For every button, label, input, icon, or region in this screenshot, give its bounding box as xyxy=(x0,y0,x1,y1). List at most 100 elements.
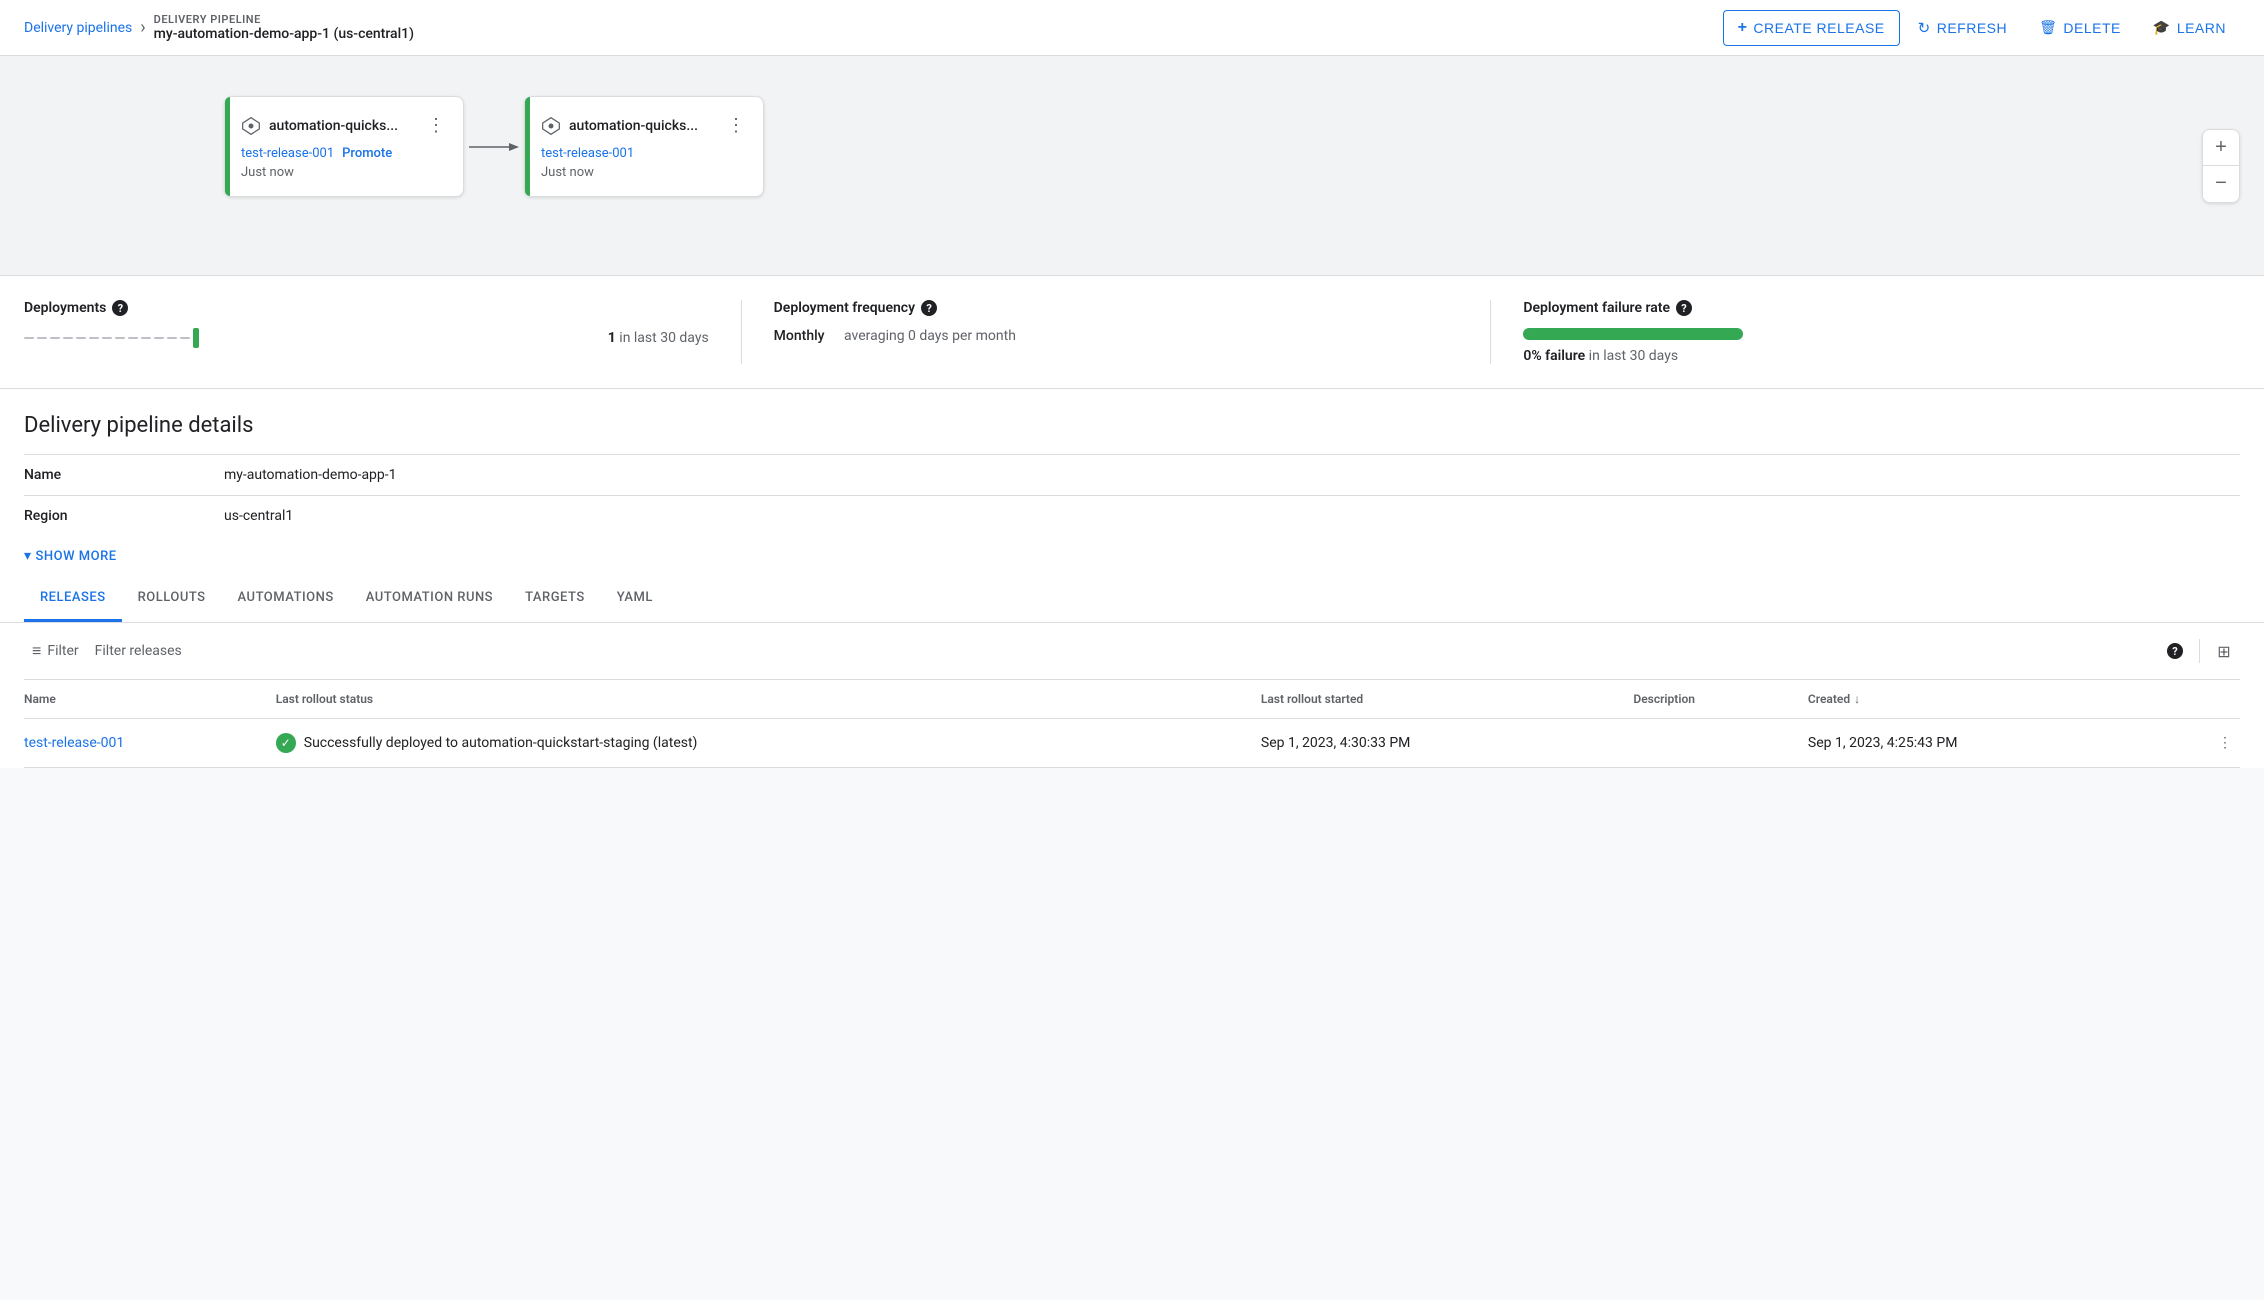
table-row: test-release-001 ✓ Successfully deployed t… xyxy=(24,719,2240,768)
details-row: Namemy-automation-demo-app-1 xyxy=(24,455,2240,496)
filter-actions: ? ⊞ xyxy=(2159,635,2240,667)
detail-label: Region xyxy=(24,496,224,537)
frequency-help-icon[interactable]: ? xyxy=(921,300,937,316)
node-1-title: automation-quicks... xyxy=(241,116,398,136)
node-2-menu-button[interactable]: ⋮ xyxy=(725,113,747,138)
release-name-link[interactable]: test-release-001 xyxy=(24,735,124,751)
release-status-cell: ✓ Successfully deployed to automation-qui… xyxy=(268,719,1253,768)
deployment-dashes xyxy=(24,328,199,348)
deployments-help-icon[interactable]: ? xyxy=(112,300,128,316)
node-1-release-name[interactable]: test-release-001 xyxy=(241,146,334,161)
status-text: Successfully deployed to automation-quic… xyxy=(304,735,698,751)
node-1-name: automation-quicks... xyxy=(269,118,398,134)
tab-releases[interactable]: RELEASES xyxy=(24,576,122,622)
columns-icon: ⊞ xyxy=(2217,642,2230,661)
pipeline-arrow xyxy=(464,139,524,155)
node-2-icon xyxy=(541,116,561,136)
tabs-section: RELEASESROLLOUTSAUTOMATIONSAUTOMATION RU… xyxy=(0,576,2264,623)
col-header-name: Name xyxy=(24,680,268,719)
zoom-out-button[interactable]: − xyxy=(2203,166,2239,202)
help-icon-button[interactable]: ? xyxy=(2159,635,2191,667)
node-2-name: automation-quicks... xyxy=(569,118,698,134)
breadcrumb-current: DELIVERY PIPELINE my-automation-demo-app… xyxy=(154,13,414,42)
frequency-label: Deployment frequency ? xyxy=(774,300,1459,316)
create-release-button[interactable]: + CREATE RELEASE xyxy=(1723,10,1900,46)
node-2-title: automation-quicks... xyxy=(541,116,698,136)
dash-2 xyxy=(37,337,47,339)
detail-value: us-central1 xyxy=(224,496,2240,537)
node-2-header: automation-quicks... ⋮ xyxy=(541,113,747,138)
refresh-button[interactable]: ↻ REFRESH xyxy=(1904,11,2021,45)
plus-icon: + xyxy=(1738,19,1748,37)
show-more-button[interactable]: ▾ SHOW MORE xyxy=(24,536,2240,576)
deployment-green-bar xyxy=(193,328,199,348)
table-head: NameLast rollout statusLast rollout star… xyxy=(24,680,2240,719)
filter-icon: ≡ xyxy=(32,641,41,661)
pipeline-node-2: automation-quicks... ⋮ test-release-001 … xyxy=(524,96,764,197)
deployments-label: Deployments ? xyxy=(24,300,709,316)
pipeline-name: my-automation-demo-app-1 (us-central1) xyxy=(154,26,414,42)
dash-8 xyxy=(115,337,125,339)
tab-targets[interactable]: TARGETS xyxy=(509,576,601,622)
dash-13 xyxy=(180,337,190,339)
metrics-section: Deployments ? xyxy=(0,276,2264,389)
col-header-created[interactable]: Created↓ xyxy=(1800,680,2173,719)
col-header-description: Description xyxy=(1625,680,1800,719)
releases-table: NameLast rollout statusLast rollout star… xyxy=(24,680,2240,768)
release-name-cell: test-release-001 xyxy=(24,719,268,768)
tab-yaml[interactable]: YAML xyxy=(601,576,669,622)
help-icon: ? xyxy=(2167,643,2183,659)
dash-3 xyxy=(50,337,60,339)
failure-rate-help-icon[interactable]: ? xyxy=(1676,300,1692,316)
zoom-in-button[interactable]: + xyxy=(2203,130,2239,166)
node-1-promote-button[interactable]: Promote xyxy=(342,146,392,161)
col-header-status: Last rollout status xyxy=(268,680,1253,719)
refresh-icon: ↻ xyxy=(1918,19,1931,37)
frequency-metric: Deployment frequency ? Monthly averaging… xyxy=(774,300,1492,364)
node-1-menu-button[interactable]: ⋮ xyxy=(425,113,447,138)
filter-input-placeholder[interactable]: Filter releases xyxy=(95,643,2151,659)
col-header-started: Last rollout started xyxy=(1253,680,1626,719)
delete-button[interactable]: 🗑 DELETE xyxy=(2025,11,2135,44)
pipeline-nodes: automation-quicks... ⋮ test-release-001 … xyxy=(224,96,2240,197)
breadcrumb-link[interactable]: Delivery pipelines xyxy=(24,20,132,36)
col-header-actions xyxy=(2172,680,2240,719)
learn-button[interactable]: 🎓 LEARN xyxy=(2139,11,2240,44)
filter-button[interactable]: ≡ Filter xyxy=(24,637,87,665)
release-row-menu[interactable]: ⋮ xyxy=(2172,719,2240,768)
failure-rate-label: Deployment failure rate ? xyxy=(1523,300,2208,316)
table-section: ≡ Filter Filter releases ? ⊞ NameLast ro… xyxy=(0,623,2264,768)
frequency-value: Monthly xyxy=(774,328,825,344)
chevron-down-icon: ▾ xyxy=(24,548,32,564)
details-row: Regionus-central1 xyxy=(24,496,2240,537)
release-description-cell xyxy=(1625,719,1800,768)
dash-5 xyxy=(76,337,86,339)
trash-icon: 🗑 xyxy=(2039,19,2057,36)
header-actions: + CREATE RELEASE ↻ REFRESH 🗑 DELETE 🎓 LE… xyxy=(1723,10,2240,46)
tabs-bar: RELEASESROLLOUTSAUTOMATIONSAUTOMATION RU… xyxy=(24,576,2240,622)
filter-bar: ≡ Filter Filter releases ? ⊞ xyxy=(24,623,2240,680)
frequency-value-row: Monthly averaging 0 days per month xyxy=(774,328,1459,344)
tab-automation-runs[interactable]: AUTOMATION RUNS xyxy=(350,576,509,622)
frequency-sub: averaging 0 days per month xyxy=(844,328,1016,344)
node-2-time: Just now xyxy=(541,165,747,180)
learn-icon: 🎓 xyxy=(2153,19,2171,36)
dash-12 xyxy=(167,337,177,339)
columns-button[interactable]: ⊞ xyxy=(2208,635,2240,667)
success-icon: ✓ xyxy=(276,733,296,753)
node-2-release-name[interactable]: test-release-001 xyxy=(541,146,634,161)
deployments-value-row: 1 in last 30 days xyxy=(24,328,709,348)
dash-10 xyxy=(141,337,151,339)
node-2-release: test-release-001 xyxy=(541,146,747,161)
dash-4 xyxy=(63,337,73,339)
tab-automations[interactable]: AUTOMATIONS xyxy=(222,576,350,622)
failure-rate-bar xyxy=(1523,328,1743,340)
dash-6 xyxy=(89,337,99,339)
dash-7 xyxy=(102,337,112,339)
detail-value: my-automation-demo-app-1 xyxy=(224,455,2240,496)
node-1-time: Just now xyxy=(241,165,447,180)
dash-1 xyxy=(24,337,34,339)
tab-rollouts[interactable]: ROLLOUTS xyxy=(122,576,222,622)
breadcrumb-separator: › xyxy=(140,17,145,38)
dash-9 xyxy=(128,337,138,339)
